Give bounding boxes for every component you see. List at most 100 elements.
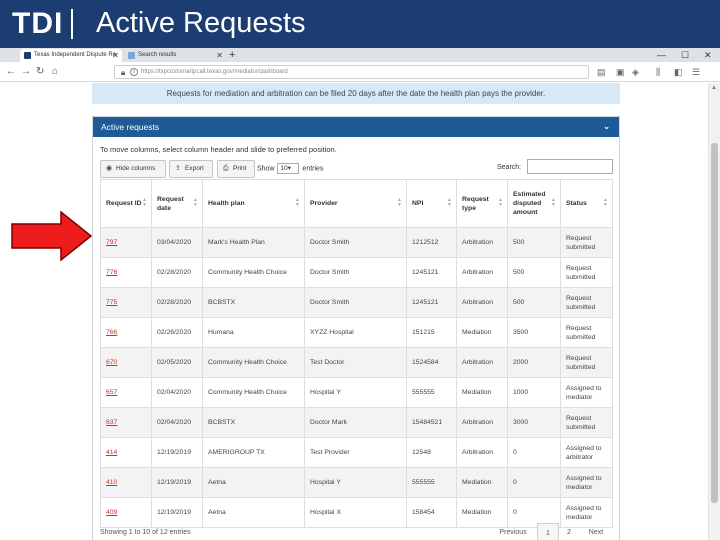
request-id-link[interactable]: 410 xyxy=(106,479,117,486)
print-button[interactable]: ⎙ Print xyxy=(217,160,255,178)
close-window-icon[interactable]: ✕ xyxy=(704,48,712,62)
table-cell: 158454 xyxy=(406,497,457,528)
table-row: 637 02/04/2020 BCBSTX Doctor Mark 15484521 Ar… xyxy=(100,407,613,438)
request-id-link[interactable]: 766 xyxy=(106,329,117,336)
chevron-down-icon[interactable]: ⌄ xyxy=(603,117,610,137)
home-icon[interactable]: ⌂ xyxy=(52,65,58,79)
request-id-link[interactable]: 797 xyxy=(106,239,117,246)
table-cell: 1245121 xyxy=(406,257,457,288)
request-id-link[interactable]: 775 xyxy=(106,299,117,306)
hide-columns-button[interactable]: ◉ Hide columns xyxy=(100,160,166,178)
request-id-link[interactable]: 776 xyxy=(106,269,117,276)
menu-icon[interactable]: ☰ xyxy=(692,66,700,78)
col-label: Health plan xyxy=(208,200,245,207)
search-input[interactable] xyxy=(527,159,613,174)
table-cell: Doctor Smith xyxy=(304,287,407,318)
table-cell: Community Health Choice xyxy=(202,377,305,408)
table-cell: 15484521 xyxy=(406,407,457,438)
request-id-link[interactable]: 637 xyxy=(106,419,117,426)
table-cell: 1000 xyxy=(507,377,561,408)
table-cell: Test Doctor xyxy=(304,347,407,378)
sidebar-icon[interactable]: ◧ xyxy=(674,66,683,78)
entries-select-value: 10 xyxy=(280,165,288,172)
col-estimated-amount[interactable]: Estimated disputed amount ▲ ▼ xyxy=(507,179,561,228)
col-request-id[interactable]: Request ID ▲ ▼ xyxy=(100,179,152,228)
table-cell: Assigned to mediator xyxy=(560,377,613,408)
table-cell: 02/05/2020 xyxy=(151,347,203,378)
table-cell: 02/28/2020 xyxy=(151,257,203,288)
table-cell: Doctor Mark xyxy=(304,407,407,438)
request-id-link[interactable]: 657 xyxy=(106,389,117,396)
table-cell: 2000 xyxy=(507,347,561,378)
logo-text: TDI xyxy=(12,7,64,40)
col-request-type[interactable]: Request type ▲ ▼ xyxy=(456,179,508,228)
table-cell: Arbitration xyxy=(456,287,508,318)
next-page-button[interactable]: Next xyxy=(581,523,611,540)
table-cell: AMERIGROUP TX xyxy=(202,437,305,468)
reader-icon[interactable]: ▤ xyxy=(597,66,606,78)
request-id-link[interactable]: 670 xyxy=(106,359,117,366)
table-cell: 02/04/2020 xyxy=(151,377,203,408)
ublock-icon[interactable]: ◈ xyxy=(632,66,639,78)
table-cell: 555555 xyxy=(406,467,457,498)
close-tab-icon[interactable]: ✕ xyxy=(112,49,119,62)
sort-icon: ▲ ▼ xyxy=(295,197,300,208)
tab-tdi[interactable]: Texas Independent Dispute Re ✕ xyxy=(20,49,122,62)
request-id-link[interactable]: 414 xyxy=(106,449,117,456)
table-cell: Request submitted xyxy=(560,257,613,288)
table-cell: Doctor Smith xyxy=(304,257,407,288)
table-row: 776 02/28/2020 Community Health Choice Doct… xyxy=(100,257,613,288)
col-health-plan[interactable]: Health plan ▲ ▼ xyxy=(202,179,305,228)
table-cell: Mediation xyxy=(456,377,508,408)
url-field[interactable]: 🔒︎ i https://txpcostsmartpcall.texas.gov… xyxy=(114,65,589,79)
table-cell: 0 xyxy=(507,437,561,468)
back-icon[interactable]: ← xyxy=(6,65,16,79)
table-cell: 409 xyxy=(100,497,152,528)
new-tab-button[interactable]: + xyxy=(229,48,235,62)
table-cell: 151215 xyxy=(406,317,457,348)
page-2-button[interactable]: 2 xyxy=(559,523,579,540)
col-label: Request type xyxy=(462,195,489,212)
col-label: Provider xyxy=(310,200,338,207)
col-provider[interactable]: Provider ▲ ▼ xyxy=(304,179,407,228)
panel-header[interactable]: Active requests ⌄ xyxy=(93,117,619,137)
vertical-scrollbar[interactable]: ▲ xyxy=(708,83,720,540)
forward-icon[interactable]: → xyxy=(21,65,31,79)
table-cell: 414 xyxy=(100,437,152,468)
url-text: https://txpcostsmartpcall.texas.gov/medi… xyxy=(141,69,288,75)
table-cell: 1245121 xyxy=(406,287,457,318)
previous-page-button[interactable]: Previous xyxy=(489,523,537,540)
table-cell: Request submitted xyxy=(560,227,613,258)
table-cell: 500 xyxy=(507,257,561,288)
table-cell: 775 xyxy=(100,287,152,318)
export-label: Export xyxy=(185,165,204,172)
scroll-thumb[interactable] xyxy=(711,143,718,503)
search-favicon-icon xyxy=(128,52,135,59)
request-id-link[interactable]: 409 xyxy=(106,509,117,516)
table-cell: 03/04/2020 xyxy=(151,227,203,258)
info-icon[interactable]: i xyxy=(130,68,138,76)
col-request-date[interactable]: Request date ▲ ▼ xyxy=(151,179,203,228)
col-label: Estimated disputed amount xyxy=(513,191,546,216)
page-1-button[interactable]: 1 xyxy=(537,523,559,540)
table-row: 410 12/19/2019 Aetna Hospital Y 555555 Mediat… xyxy=(100,467,613,498)
col-status[interactable]: Status ▲ ▼ xyxy=(560,179,613,228)
close-tab-icon[interactable]: ✕ xyxy=(216,49,223,62)
minimize-icon[interactable]: — xyxy=(657,48,666,62)
pocket-icon[interactable]: ▣ xyxy=(616,66,625,78)
export-button[interactable]: ⇪ Export xyxy=(169,160,213,178)
scroll-up-icon[interactable]: ▲ xyxy=(711,85,717,91)
maximize-icon[interactable]: ☐ xyxy=(681,48,689,62)
entries-select[interactable]: 10▾ xyxy=(277,163,300,174)
tab-search-results[interactable]: Search results ✕ xyxy=(124,49,226,62)
col-npi[interactable]: NPI ▲ ▼ xyxy=(406,179,457,228)
print-label: Print xyxy=(233,165,247,172)
reload-icon[interactable]: ↻ xyxy=(36,65,44,79)
table-cell: Doctor Smith xyxy=(304,227,407,258)
library-icon[interactable]: ⫼ xyxy=(656,66,660,78)
sort-desc-icon: ▲ ▼ xyxy=(142,197,147,208)
col-label: Request date xyxy=(157,195,184,212)
table-cell: 797 xyxy=(100,227,152,258)
table-cell: Hospital Y xyxy=(304,377,407,408)
hide-columns-label: Hide columns xyxy=(116,165,156,172)
